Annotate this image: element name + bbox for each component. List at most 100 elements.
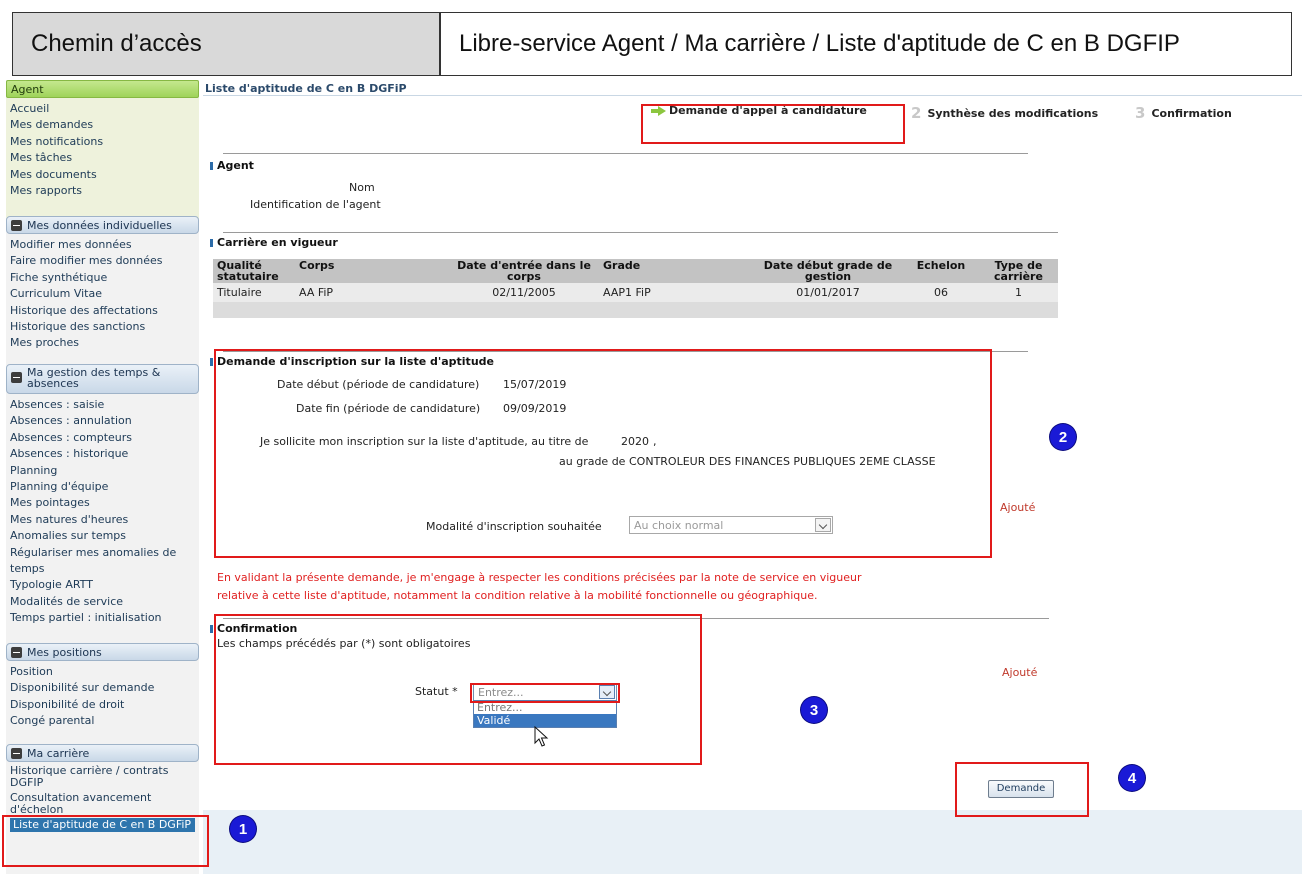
section-marker-icon <box>210 357 213 366</box>
sidebar-header-carriere[interactable]: Ma carrière <box>6 744 199 762</box>
step-2: 2 Synthèse des modifications <box>911 104 1098 122</box>
sidebar-header-agent[interactable]: Agent <box>6 80 199 98</box>
sidebar-item-natures-heures[interactable]: Mes natures d'heures <box>10 512 195 528</box>
sidebar-item-mes-pointages[interactable]: Mes pointages <box>10 495 195 511</box>
sidebar-item-mes-proches[interactable]: Mes proches <box>10 335 195 351</box>
main-footer-area <box>203 810 1302 874</box>
sidebar-item-planning-equipe[interactable]: Planning d'équipe <box>10 479 195 495</box>
annotation-box-inscription <box>214 349 992 558</box>
sidebar-item-mes-documents[interactable]: Mes documents <box>10 167 195 183</box>
step-badge-4: 4 <box>1119 765 1145 791</box>
col-corps: Corps <box>295 259 449 283</box>
sidebar-item-absences-historique[interactable]: Absences : historique <box>10 446 195 462</box>
sidebar-item-typologie-artt[interactable]: Typologie ARTT <box>10 577 195 593</box>
col-date-entree: Date d'entrée dans le corps <box>449 259 599 283</box>
sidebar-header-label: Mes positions <box>27 645 102 659</box>
divider <box>223 153 1028 154</box>
collapse-icon[interactable] <box>11 372 22 383</box>
section-marker-icon <box>210 238 213 247</box>
page-title: Liste d'aptitude de C en B DGFiP <box>205 82 407 95</box>
sidebar-item-planning[interactable]: Planning <box>10 463 195 479</box>
sidebar-item-dispo-demande[interactable]: Disponibilité sur demande <box>10 680 195 696</box>
sidebar-header-positions[interactable]: Mes positions <box>6 643 199 661</box>
sidebar-item-conge-parental[interactable]: Congé parental <box>10 713 195 729</box>
col-type-carriere: Type de carrière <box>979 259 1058 283</box>
carriere-table: Qualité statutaire Corps Date d'entrée d… <box>213 259 1058 318</box>
col-qualite: Qualité statutaire <box>213 259 295 283</box>
sidebar-header-temps[interactable]: Ma gestion des temps & absences <box>6 364 199 394</box>
sidebar-item-mes-notifications[interactable]: Mes notifications <box>10 134 195 150</box>
sidebar-header-label: Ma carrière <box>27 746 90 760</box>
cell-type-carriere: 1 <box>979 283 1058 302</box>
title-divider <box>203 95 1302 96</box>
sidebar-header-label: Mes données individuelles <box>27 218 172 232</box>
warning-line-1: En validant la présente demande, je m'en… <box>217 571 862 584</box>
sidebar-header-donnees[interactable]: Mes données individuelles <box>6 216 199 234</box>
divider <box>223 232 1058 233</box>
collapse-icon[interactable] <box>11 646 22 658</box>
cell-date-debut-grade: 01/01/2017 <box>753 283 903 302</box>
sidebar-header-label: Ma gestion des temps & absences <box>27 366 161 390</box>
ajoute-label: Ajouté <box>1000 501 1036 514</box>
section-agent-label: Agent <box>217 159 254 172</box>
sidebar-item-fiche-synthetique[interactable]: Fiche synthétique <box>10 270 195 286</box>
sidebar-item-regulariser[interactable]: Régulariser mes anomalies de temps <box>10 545 195 578</box>
sidebar-item-mes-taches[interactable]: Mes tâches <box>10 150 195 166</box>
ajoute-label: Ajouté <box>1002 666 1038 679</box>
path-value: Libre-service Agent / Ma carrière / List… <box>459 30 1180 57</box>
warning-line-2: relative à cette liste d'aptitude, notam… <box>217 589 818 602</box>
sidebar-section-agent: Agent Accueil Mes demandes Mes notificat… <box>6 80 199 221</box>
step-badge-1: 1 <box>230 816 256 842</box>
cell-corps: AA FiP <box>295 283 449 302</box>
sidebar-item-mes-demandes[interactable]: Mes demandes <box>10 117 195 133</box>
sidebar-item-absences-annulation[interactable]: Absences : annulation <box>10 413 195 429</box>
sidebar-item-modalites-service[interactable]: Modalités de service <box>10 594 195 610</box>
cell-qualite: Titulaire <box>213 283 295 302</box>
cell-echelon: 06 <box>903 283 979 302</box>
section-carriere-label: Carrière en vigueur <box>217 236 338 249</box>
path-value-box: Libre-service Agent / Ma carrière / List… <box>440 12 1292 76</box>
sidebar-section-positions: Mes positions Position Disponibilité sur… <box>6 643 199 734</box>
step-3-label: Confirmation <box>1151 106 1232 120</box>
table-header-row: Qualité statutaire Corps Date d'entrée d… <box>213 259 1058 283</box>
sidebar-section-temps: Ma gestion des temps & absences Absences… <box>6 364 199 631</box>
sidebar-item-faire-modifier[interactable]: Faire modifier mes données <box>10 253 195 269</box>
sidebar-item-position[interactable]: Position <box>10 664 195 680</box>
sidebar-item-absences-saisie[interactable]: Absences : saisie <box>10 397 195 413</box>
sidebar-item-hist-affectations[interactable]: Historique des affectations <box>10 303 195 319</box>
annotation-box-confirmation <box>214 614 702 765</box>
table-row: Titulaire AA FiP 02/11/2005 AAP1 FiP 01/… <box>213 283 1058 302</box>
sidebar-item-anomalies[interactable]: Anomalies sur temps <box>10 528 195 544</box>
sidebar-item-hist-sanctions[interactable]: Historique des sanctions <box>10 319 195 335</box>
section-marker-icon <box>210 161 213 170</box>
table-footer-row <box>213 302 1058 318</box>
sidebar-item-modifier-donnees[interactable]: Modifier mes données <box>10 237 195 253</box>
sidebar-item-dispo-droit[interactable]: Disponibilité de droit <box>10 697 195 713</box>
nom-label: Nom <box>349 181 375 194</box>
section-marker-icon <box>210 624 213 633</box>
section-carriere-title: Carrière en vigueur <box>210 236 338 249</box>
step-badge-2: 2 <box>1050 424 1076 450</box>
sidebar-header-label: Agent <box>11 82 44 96</box>
step-3: 3 Confirmation <box>1135 104 1232 122</box>
col-grade: Grade <box>599 259 753 283</box>
step-3-number: 3 <box>1135 104 1146 122</box>
identification-label: Identification de l'agent <box>250 198 381 211</box>
path-label: Chemin d’accès <box>31 30 202 57</box>
annotation-box-statut <box>470 683 620 703</box>
annotation-box-submit <box>955 762 1089 817</box>
annotation-box-menu <box>2 815 209 867</box>
sidebar-item-absences-compteurs[interactable]: Absences : compteurs <box>10 430 195 446</box>
sidebar-item-temps-partiel[interactable]: Temps partiel : initialisation <box>10 610 195 626</box>
step-2-number: 2 <box>911 104 922 122</box>
sidebar-item-accueil[interactable]: Accueil <box>10 101 195 117</box>
collapse-icon[interactable] <box>11 219 22 231</box>
step-badge-3: 3 <box>801 697 827 723</box>
sidebar-item-avancement-echelon[interactable]: Consultation avancement d'échelon <box>10 792 195 816</box>
sidebar-item-mes-rapports[interactable]: Mes rapports <box>10 183 195 199</box>
collapse-icon[interactable] <box>11 747 22 759</box>
sidebar-item-cv[interactable]: Curriculum Vitae <box>10 286 195 302</box>
step-2-label: Synthèse des modifications <box>927 106 1099 120</box>
col-date-debut-grade: Date début grade de gestion <box>753 259 903 283</box>
sidebar-item-historique-carriere[interactable]: Historique carrière / contrats DGFIP <box>10 765 195 789</box>
